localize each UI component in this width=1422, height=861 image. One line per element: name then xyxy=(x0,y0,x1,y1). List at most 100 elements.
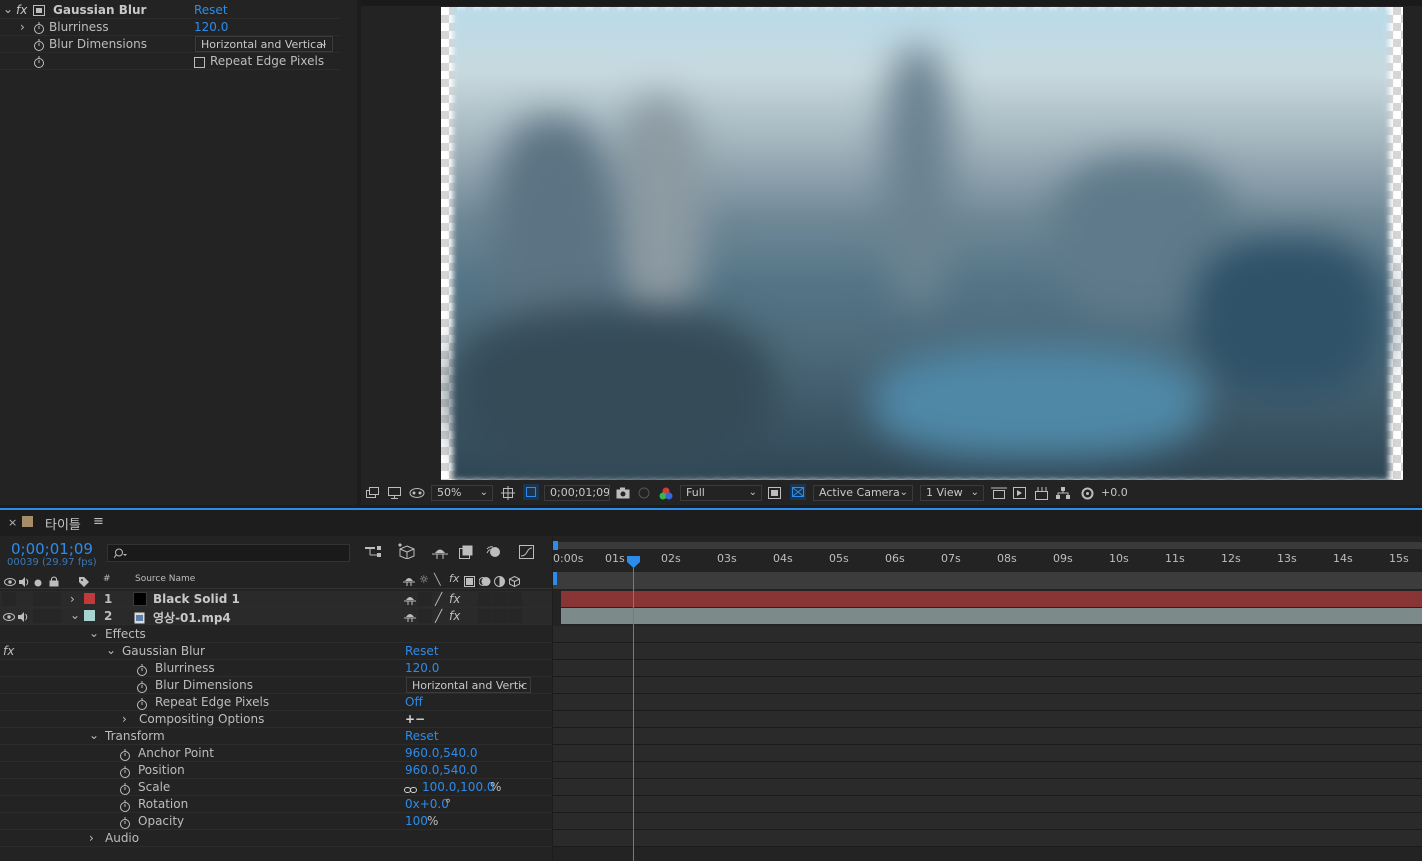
timeline-panel-icon[interactable] xyxy=(1035,486,1049,500)
expand-chevron-icon[interactable]: › xyxy=(20,20,25,34)
transform-reset-link[interactable]: Reset xyxy=(405,729,439,743)
work-area-start-handle[interactable] xyxy=(553,541,558,550)
compositing-options-row[interactable]: › Compositing Options +− xyxy=(0,711,552,728)
layer-1-duration-bar[interactable] xyxy=(561,591,1422,607)
blur-dimensions-dropdown[interactable]: Horizontal and Vertical ⌄ xyxy=(195,36,333,52)
render-preview-icon[interactable] xyxy=(1013,486,1027,500)
effects-group-row[interactable]: ⌄ Effects xyxy=(0,626,552,643)
label-color-swatch[interactable] xyxy=(84,610,95,621)
3d-switch[interactable] xyxy=(508,592,522,606)
time-ruler[interactable]: 0:00s 01s 02s 03s 04s 05s 06s 07s 08s 09… xyxy=(553,550,1422,572)
source-name-header[interactable]: Source Name xyxy=(135,574,195,584)
stopwatch-icon[interactable] xyxy=(33,20,45,34)
position-value[interactable]: 960.0,540.0 xyxy=(405,763,478,777)
layer-row[interactable]: ⌄ 2 영상-01.mp4 ╱ fx xyxy=(0,608,552,625)
current-time-field[interactable]: 0;00;01;09 xyxy=(544,485,610,501)
stopwatch-icon[interactable] xyxy=(119,798,131,812)
anchor-point-row[interactable]: Anchor Point 960.0,540.0 xyxy=(0,745,552,762)
blurriness-row[interactable]: Blurriness 120.0 xyxy=(0,660,552,677)
motion-blur-switch[interactable] xyxy=(478,609,492,623)
draft-3d-icon[interactable] xyxy=(398,543,416,559)
stopwatch-icon[interactable] xyxy=(119,781,131,795)
blur-dimensions-dropdown[interactable]: Horizontal and Vertic ⌄ xyxy=(406,677,531,693)
blurriness-value[interactable]: 120.0 xyxy=(405,661,439,675)
solo-toggle[interactable] xyxy=(33,592,47,606)
quality-switch-icon[interactable]: ╱ xyxy=(435,592,442,606)
rotation-row[interactable]: Rotation 0x+0.0 ° xyxy=(0,796,552,813)
layer-2-duration-bar[interactable] xyxy=(561,608,1422,624)
motion-blur-icon[interactable] xyxy=(486,544,502,559)
stopwatch-icon[interactable] xyxy=(33,37,45,51)
transform-group-row[interactable]: ⌄ Transform Reset xyxy=(0,728,552,745)
collapse-chevron-icon[interactable]: ⌄ xyxy=(70,608,80,622)
opacity-row[interactable]: Opacity 100 % xyxy=(0,813,552,830)
expand-chevron-icon[interactable]: › xyxy=(70,592,75,606)
3d-switch[interactable] xyxy=(508,609,522,623)
rotation-value[interactable]: 0x+0.0 xyxy=(405,797,449,811)
stopwatch-icon[interactable] xyxy=(119,747,131,761)
scale-row[interactable]: Scale 100.0,100.0 % xyxy=(0,779,552,796)
adjustment-switch[interactable] xyxy=(493,609,507,623)
anchor-point-value[interactable]: 960.0,540.0 xyxy=(405,746,478,760)
expand-chevron-icon[interactable]: ⌄ xyxy=(3,2,13,16)
label-color-swatch[interactable] xyxy=(84,593,95,604)
scale-value[interactable]: 100.0,100.0 xyxy=(422,780,495,794)
constrain-proportions-icon[interactable] xyxy=(404,782,417,796)
playhead-line[interactable] xyxy=(633,556,634,861)
show-snapshot-icon[interactable] xyxy=(637,486,651,499)
reset-exposure-icon[interactable] xyxy=(1081,486,1094,500)
repeat-edge-row[interactable]: Repeat Edge Pixels Off xyxy=(0,694,552,711)
monitor-icon[interactable] xyxy=(388,486,402,499)
reset-link[interactable]: Reset xyxy=(405,644,439,658)
shy-layers-icon[interactable] xyxy=(432,544,448,559)
close-tab-icon[interactable]: × xyxy=(8,516,17,529)
timeline-current-time[interactable]: 0;00;01;09 xyxy=(11,540,93,558)
repeat-edge-checkbox[interactable] xyxy=(194,55,205,69)
composition-mini-flowchart-icon[interactable] xyxy=(365,544,383,559)
layer-name[interactable]: Black Solid 1 xyxy=(153,592,240,606)
blur-dimensions-row[interactable]: Blur Dimensions Horizontal and Vertic ⌄ xyxy=(0,677,552,694)
fx-switch-icon[interactable]: fx xyxy=(449,609,460,623)
audio-group-row[interactable]: › Audio xyxy=(0,830,552,847)
fx-icon[interactable]: fx xyxy=(16,3,27,17)
stopwatch-icon[interactable] xyxy=(136,662,148,676)
solo-toggle[interactable] xyxy=(33,609,47,623)
graph-editor-icon[interactable] xyxy=(519,544,535,559)
expand-chevron-icon[interactable]: › xyxy=(122,712,127,726)
eye-icon[interactable] xyxy=(3,609,15,623)
toggle-pixel-aspect-icon[interactable] xyxy=(991,486,1007,499)
stopwatch-icon[interactable] xyxy=(136,696,148,710)
stopwatch-icon[interactable] xyxy=(119,764,131,778)
collapse-chevron-icon[interactable]: ⌄ xyxy=(106,643,116,657)
collapse-chevron-icon[interactable]: ⌄ xyxy=(89,626,99,640)
grid-guide-icon[interactable] xyxy=(501,486,515,500)
repeat-edge-value[interactable]: Off xyxy=(405,695,423,709)
collapse-switch[interactable] xyxy=(418,609,432,623)
collapse-switch[interactable] xyxy=(418,592,432,606)
fast-preview-icon[interactable] xyxy=(768,486,782,500)
comp-tab-label[interactable]: 타이틀 xyxy=(45,514,81,533)
adjustment-switch[interactable] xyxy=(493,592,507,606)
fx-switch-icon[interactable]: fx xyxy=(449,592,460,606)
resolution-dropdown[interactable]: Full ⌄ xyxy=(680,485,762,501)
quality-switch-icon[interactable]: ╱ xyxy=(435,609,442,623)
position-row[interactable]: Position 960.0,540.0 xyxy=(0,762,552,779)
panel-menu-icon[interactable]: ≡ xyxy=(93,514,104,529)
blurriness-value[interactable]: 120.0 xyxy=(194,20,228,34)
lock-toggle[interactable] xyxy=(47,609,61,623)
layer-name[interactable]: 영상-01.mp4 xyxy=(153,609,231,626)
layer-row[interactable]: › 1 Black Solid 1 ╱ fx xyxy=(0,591,552,608)
color-channels-icon[interactable] xyxy=(659,486,673,500)
transparency-grid-toggle-icon[interactable] xyxy=(790,484,806,500)
flowchart-icon[interactable] xyxy=(1056,486,1070,500)
snapshot-stack-icon[interactable] xyxy=(366,486,380,499)
work-area-bar[interactable] xyxy=(555,542,1422,549)
frame-blending-icon[interactable] xyxy=(459,544,475,559)
playhead-handle-icon[interactable] xyxy=(627,556,640,571)
view-layout-dropdown[interactable]: 1 View ⌄ xyxy=(920,485,984,501)
exposure-value[interactable]: +0.0 xyxy=(1101,486,1128,499)
reset-link[interactable]: Reset xyxy=(194,3,228,17)
opacity-value[interactable]: 100 xyxy=(405,814,428,828)
region-of-interest-icon[interactable] xyxy=(523,484,539,500)
camera-dropdown[interactable]: Active Camera ⌄ xyxy=(813,485,913,501)
